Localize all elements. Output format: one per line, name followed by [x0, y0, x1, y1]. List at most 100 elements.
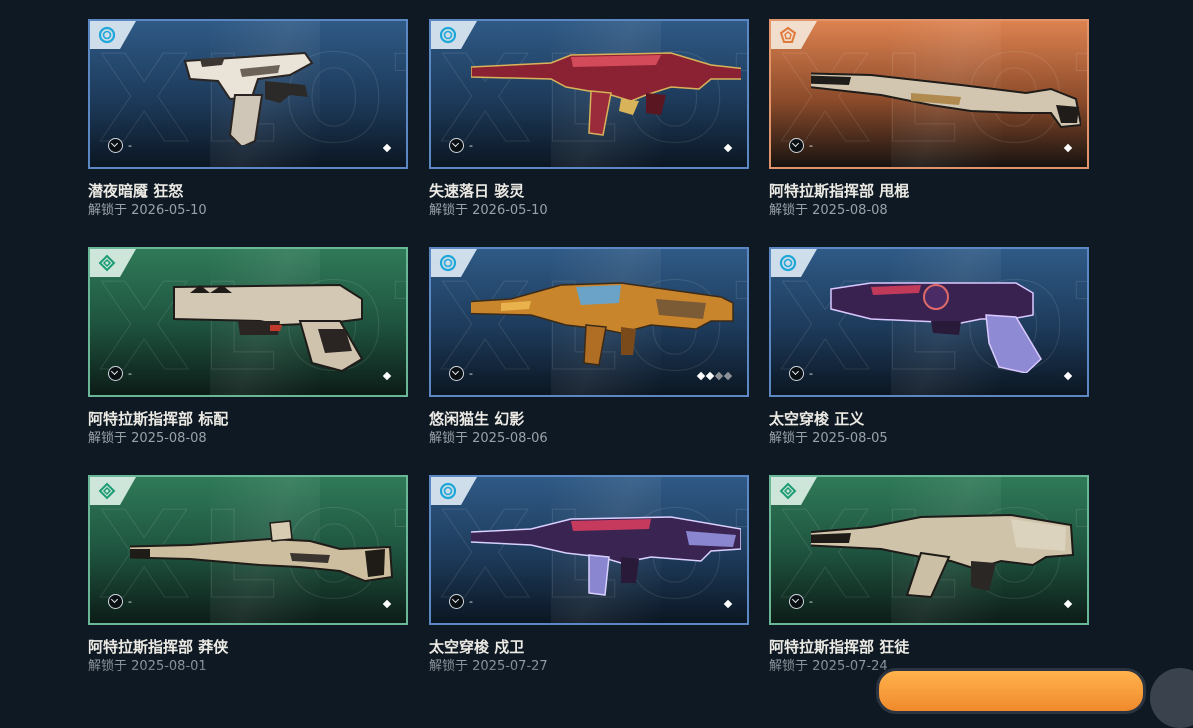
radianite-level-icon	[789, 366, 804, 381]
unlock-date: 解锁于 2025-08-01	[88, 659, 207, 674]
skin-thumbnail[interactable]: XLOT-	[88, 19, 408, 169]
radianite-level-icon	[449, 594, 464, 609]
level-value: -	[128, 139, 132, 152]
variant-indicator	[382, 371, 392, 381]
skin-card[interactable]: XLOT- 太空穿梭 戍卫解锁于 2025-07-27	[429, 475, 749, 675]
variant-diamond-icon	[723, 371, 733, 381]
skin-thumbnail[interactable]: XLOT-	[429, 475, 749, 625]
variant-diamond-icon	[723, 143, 733, 153]
variant-diamond-icon	[382, 143, 392, 153]
variant-diamond-icon	[382, 599, 392, 609]
variant-diamond-icon	[714, 371, 724, 381]
unlock-date: 解锁于 2025-08-05	[769, 431, 888, 446]
skin-name: 阿特拉斯指挥部 狂徒	[769, 638, 910, 656]
exclusive-tier-icon	[779, 26, 797, 44]
level-value: -	[809, 595, 813, 608]
level-row: -	[449, 138, 473, 153]
select-tier-icon	[439, 254, 457, 272]
radianite-level-icon	[449, 138, 464, 153]
skin-thumbnail[interactable]: XLOT-	[429, 247, 749, 397]
radianite-level-icon	[789, 594, 804, 609]
unlock-date: 解锁于 2025-08-08	[769, 203, 888, 218]
variant-diamond-icon	[1063, 599, 1073, 609]
skin-name: 阿特拉斯指挥部 莽侠	[88, 638, 229, 656]
radianite-level-icon	[108, 138, 123, 153]
level-value: -	[128, 595, 132, 608]
skin-name: 太空穿梭 正义	[769, 410, 865, 428]
variant-diamond-icon	[382, 371, 392, 381]
weapon-image	[445, 263, 741, 373]
level-row: -	[108, 138, 132, 153]
unlock-date: 解锁于 2025-08-08	[88, 431, 207, 446]
skin-name: 阿特拉斯指挥部 甩棍	[769, 182, 910, 200]
skin-name: 潜夜暗魇 狂怒	[88, 182, 184, 200]
weapon-image	[109, 491, 400, 601]
unlock-date: 解锁于 2026-05-10	[429, 203, 548, 218]
level-row: -	[789, 366, 813, 381]
floating-action-button[interactable]	[876, 668, 1146, 714]
select-tier-icon	[779, 254, 797, 272]
weapon-image	[811, 263, 1081, 374]
level-row: -	[108, 366, 132, 381]
radianite-level-icon	[449, 366, 464, 381]
skin-thumbnail[interactable]: XLOT-	[769, 247, 1089, 397]
variant-indicator	[696, 371, 733, 381]
deluxe-tier-icon	[779, 482, 797, 500]
level-value: -	[128, 367, 132, 380]
weapon-image	[470, 35, 747, 145]
level-value: -	[469, 139, 473, 152]
skin-card[interactable]: XLOT- 阿特拉斯指挥部 莽侠解锁于 2025-08-01	[88, 475, 408, 675]
variant-indicator	[382, 143, 392, 153]
variant-indicator	[723, 143, 733, 153]
skin-card[interactable]: XLOT- 阿特拉斯指挥部 标配解锁于 2025-08-08	[88, 247, 408, 447]
skin-thumbnail[interactable]: XLOT-	[769, 475, 1089, 625]
weapon-image	[130, 35, 400, 149]
skin-thumbnail[interactable]: XLOT-	[769, 19, 1089, 169]
weapon-image	[450, 491, 742, 601]
skin-name: 失速落日 骇灵	[429, 182, 525, 200]
radianite-level-icon	[108, 366, 123, 381]
variant-indicator	[723, 599, 733, 609]
variant-indicator	[1063, 143, 1073, 153]
level-value: -	[469, 367, 473, 380]
level-value: -	[809, 367, 813, 380]
unlock-date: 解锁于 2025-08-06	[429, 431, 548, 446]
skin-name: 悠闲猫生 幻影	[429, 410, 525, 428]
skin-card[interactable]: XLOT- 悠闲猫生 幻影解锁于 2025-08-06	[429, 247, 749, 447]
variant-diamond-icon	[1063, 371, 1073, 381]
select-tier-icon	[98, 26, 116, 44]
level-value: -	[809, 139, 813, 152]
level-row: -	[789, 138, 813, 153]
floating-circle-button[interactable]	[1150, 668, 1193, 728]
deluxe-tier-icon	[98, 482, 116, 500]
skin-card[interactable]: XLOT-阿特拉斯指挥部 狂徒解锁于 2025-07-24	[769, 475, 1089, 675]
level-row: -	[449, 594, 473, 609]
skin-thumbnail[interactable]: XLOT-	[88, 475, 408, 625]
level-row: -	[789, 594, 813, 609]
variant-diamond-icon	[705, 371, 715, 381]
radianite-level-icon	[108, 594, 123, 609]
level-value: -	[469, 595, 473, 608]
radianite-level-icon	[789, 138, 804, 153]
unlock-date: 解锁于 2025-07-27	[429, 659, 548, 674]
variant-diamond-icon	[1063, 143, 1073, 153]
skin-card[interactable]: XLOT- 太空穿梭 正义解锁于 2025-08-05	[769, 247, 1089, 447]
skin-card[interactable]: XLOT- 潜夜暗魇 狂怒解锁于 2026-05-10	[88, 19, 408, 219]
select-tier-icon	[439, 482, 457, 500]
skin-name: 阿特拉斯指挥部 标配	[88, 410, 229, 428]
select-tier-icon	[439, 26, 457, 44]
level-row: -	[108, 594, 132, 609]
weapon-image	[800, 491, 1081, 601]
weapon-image	[130, 263, 400, 373]
weapon-image	[790, 35, 1083, 145]
unlock-date: 解锁于 2026-05-10	[88, 203, 207, 218]
deluxe-tier-icon	[98, 254, 116, 272]
variant-diamond-icon	[723, 599, 733, 609]
skin-card[interactable]: XLOT- 阿特拉斯指挥部 甩棍解锁于 2025-08-08	[769, 19, 1089, 219]
skin-thumbnail[interactable]: XLOT-	[429, 19, 749, 169]
skin-card[interactable]: XLOT- 失速落日 骇灵解锁于 2026-05-10	[429, 19, 749, 219]
variant-indicator	[382, 599, 392, 609]
skin-thumbnail[interactable]: XLOT-	[88, 247, 408, 397]
skin-name: 太空穿梭 戍卫	[429, 638, 525, 656]
level-row: -	[449, 366, 473, 381]
